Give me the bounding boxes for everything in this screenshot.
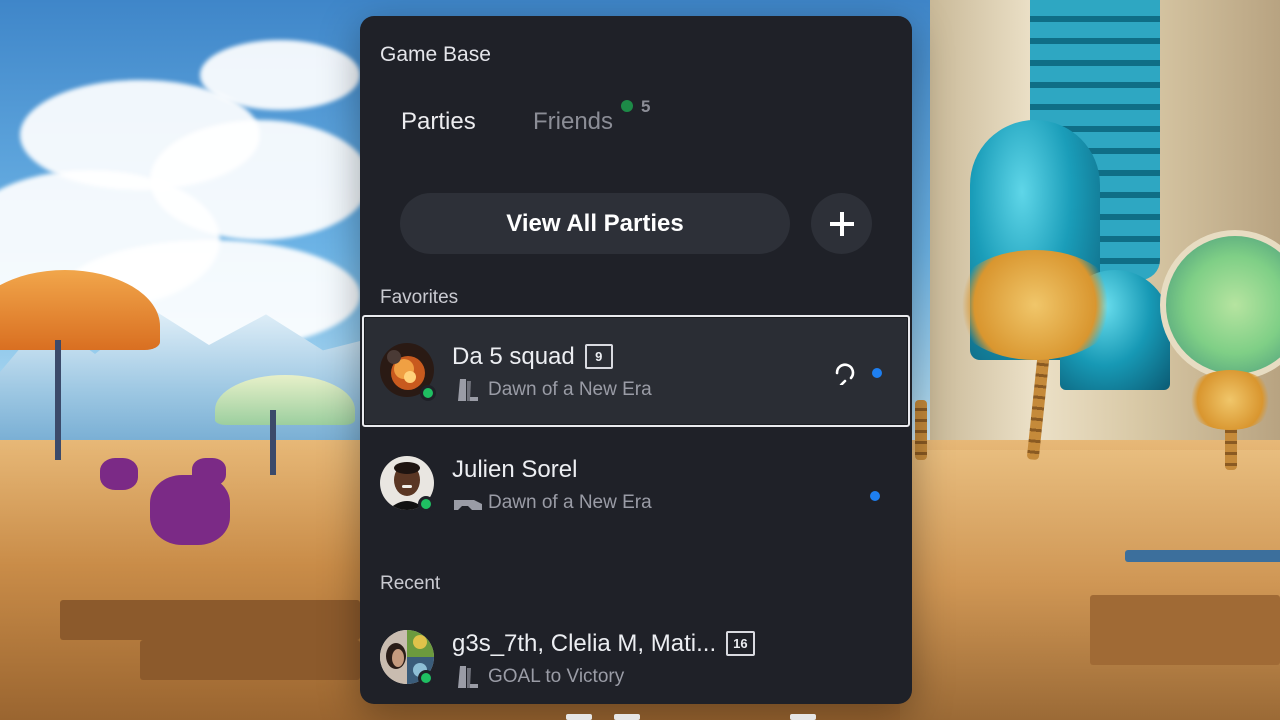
party-row-julien-sorel[interactable]: Julien Sorel Dawn of a New Era [360,428,912,540]
ps-vr2-icon [454,500,482,510]
party-game-title: Dawn of a New Era [488,379,652,400]
online-status-dot [420,385,436,401]
user-game-title: Dawn of a New Era [488,492,652,513]
game-base-panel: Game Base Parties Friends 5 View All Par… [360,16,912,704]
user-name: Julien Sorel [452,456,578,483]
online-status-dot [418,496,434,512]
headset-icon [835,363,855,385]
panel-title: Game Base [380,43,491,66]
ps5-console-icon [458,379,478,401]
create-party-button[interactable] [811,193,872,254]
party-game-title: GOAL to Victory [488,666,625,687]
tab-friends[interactable]: Friends [533,108,613,136]
view-all-parties-button[interactable]: View All Parties [400,193,790,254]
new-activity-dot [872,368,882,378]
tab-parties[interactable]: Parties [401,108,476,136]
member-count-badge: 9 [584,344,613,369]
recent-label: Recent [380,573,441,594]
control-hint-bar [566,714,816,720]
online-status-dot [418,670,434,686]
friends-online-count: 5 [641,97,651,116]
party-row-recent-1[interactable]: g3s_7th, Clelia M, Mati... 16 GOAL to Vic… [360,602,912,704]
party-name: Da 5 squad 9 [452,343,613,371]
new-activity-dot [870,491,880,501]
member-count-badge: 16 [726,631,755,656]
party-name: g3s_7th, Clelia M, Mati... 16 [452,630,755,658]
plus-icon [829,211,854,236]
friends-online-indicator [621,100,633,112]
favorites-label: Favorites [380,287,459,308]
ps5-console-icon [458,666,478,688]
party-row-da-5-squad[interactable]: Da 5 squad 9 Dawn of a New Era [362,315,910,427]
